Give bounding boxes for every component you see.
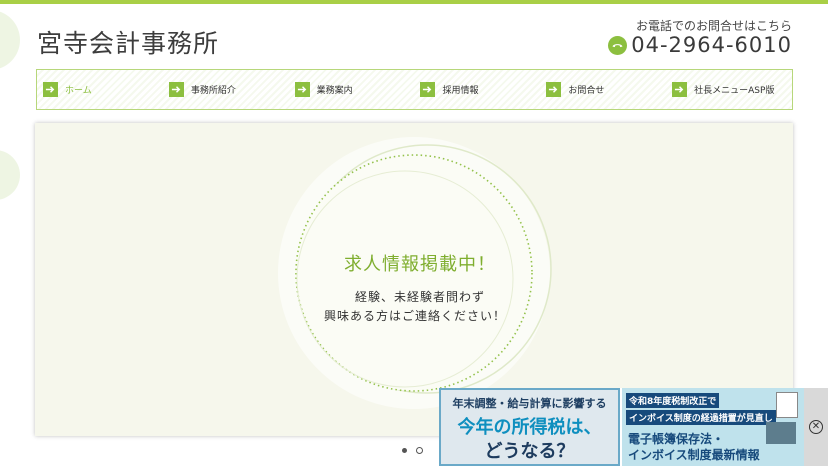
nav-label: 業務案内 — [316, 86, 353, 96]
box-icon — [766, 422, 796, 444]
arrow-right-icon — [672, 82, 688, 97]
close-icon[interactable]: ✕ — [809, 420, 823, 434]
nav-label: 事務所紹介 — [190, 86, 236, 96]
slider-pagination — [402, 447, 423, 454]
ad-close-area: ✕ — [804, 388, 828, 466]
nav-label: 社長メニューASP版 — [694, 86, 775, 96]
document-icon — [776, 392, 798, 418]
nav-item-services[interactable]: 業務案内 — [289, 70, 415, 109]
hero-heading: 求人情報掲載中！ — [344, 254, 496, 275]
slider-dot[interactable] — [416, 447, 423, 454]
contact-label: お電話でのお問合せはこちら — [635, 19, 792, 33]
ad-text: インボイス制度最新情報 — [628, 448, 760, 462]
site-title[interactable]: 宮寺会計事務所 — [37, 24, 219, 60]
ad-panel-invoice[interactable]: 令和8年度税制改正で インボイス制度の経過措置が見直し 電子帳簿保存法・ インボ… — [622, 388, 804, 466]
ad-text: 電子帳簿保存法・ — [628, 432, 725, 446]
nav-item-about[interactable]: 事務所紹介 — [163, 70, 289, 109]
nav-label: ホーム — [65, 86, 92, 96]
decorative-circle — [0, 10, 20, 70]
arrow-right-icon — [43, 82, 58, 97]
arrow-right-icon — [546, 82, 562, 97]
phone-icon — [608, 35, 628, 55]
phone-number[interactable]: 04-2964-6010 — [631, 33, 792, 57]
ad-text: 年末調整・給与計算に影響する — [452, 397, 607, 410]
ad-tag: インボイス制度の経過措置が見直し — [626, 410, 776, 425]
ad-banner[interactable]: 年末調整・給与計算に影響する 今年の所得税は、 どうなる？ 令和8年度税制改正で… — [439, 388, 828, 466]
nav-item-asp-menu[interactable]: 社長メニューASP版 — [666, 70, 792, 109]
nav-item-contact[interactable]: お問合せ — [540, 70, 666, 109]
slider-dot[interactable] — [402, 448, 407, 453]
top-accent-bar — [0, 0, 828, 4]
nav-item-recruit[interactable]: 採用情報 — [414, 70, 540, 109]
ad-text: どうなる？ — [484, 441, 575, 462]
main-nav: ホーム 事務所紹介 業務案内 採用情報 お問合せ 社長メニューASP版 — [36, 69, 793, 110]
hero-text-line: 経験、未経験者問わず — [354, 290, 485, 304]
nav-label: 採用情報 — [442, 86, 479, 96]
ad-panel-income-tax[interactable]: 年末調整・給与計算に影響する 今年の所得税は、 どうなる？ — [439, 388, 620, 466]
phone-contact[interactable]: 04-2964-6010 — [608, 33, 792, 57]
arrow-right-icon — [294, 82, 310, 97]
nav-item-home[interactable]: ホーム — [37, 70, 163, 109]
arrow-right-icon — [168, 82, 184, 97]
ad-text: 今年の所得税は、 — [457, 417, 602, 438]
ad-tag: 令和8年度税制改正で — [626, 393, 720, 408]
nav-label: お問合せ — [568, 86, 605, 96]
hero-text-line: 興味ある方はご連絡ください！ — [323, 309, 506, 323]
arrow-right-icon — [420, 82, 436, 97]
decorative-circle — [0, 150, 20, 200]
